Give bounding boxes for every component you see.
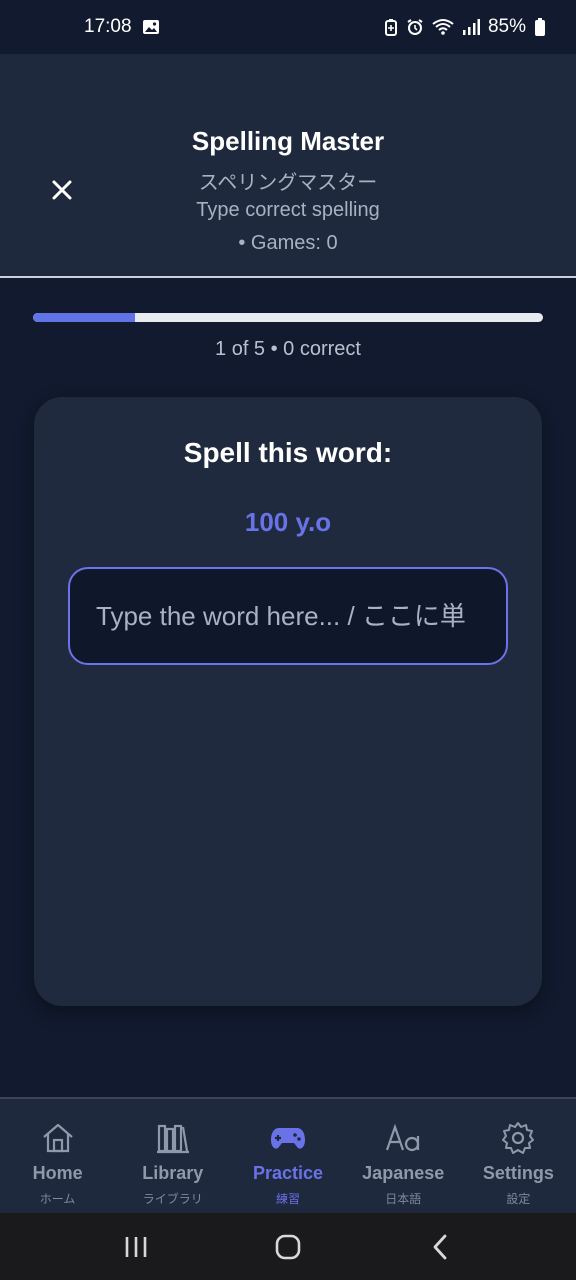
wifi-icon [432,18,454,36]
target-word: 100 y.o [244,507,332,537]
nav-sub-library: ライブラリ [142,1192,203,1206]
home-icon [41,1121,75,1155]
nav-sub-practice: 練習 [276,1192,301,1206]
nav-label-japanese: Japanese [362,1163,445,1183]
nav-label-practice: Practice [252,1163,324,1183]
status-bar: 17:08 85% [0,0,576,54]
battery-saver-icon [384,18,398,36]
gallery-icon [142,19,160,35]
progress-text: 1 of 5 • 0 correct [215,338,361,360]
games-count: • Games: 0 [238,232,338,254]
progress-fill [33,313,135,322]
nav-sub-settings: 設定 [506,1192,531,1206]
bottom-navigation: Home ホーム Library ライブラリ Practice 練習 Japan… [0,1097,576,1213]
nav-item-practice[interactable]: Practice 練習 [230,1099,345,1213]
home-system-button[interactable] [258,1222,318,1272]
library-icon [156,1121,190,1155]
battery-percent: 85% [487,16,526,37]
status-right: 85% [384,16,546,38]
back-chevron-icon [433,1234,447,1259]
game-header: Spelling Master スペリングマスター Type correct s… [0,54,576,278]
system-navigation-bar [0,1213,576,1280]
nav-sub-home: ホーム [39,1192,76,1206]
battery-icon [534,17,546,37]
alarm-icon [406,18,424,36]
recent-apps-button[interactable] [106,1222,166,1272]
nav-item-library[interactable]: Library ライブラリ [115,1099,230,1213]
game-description: Type correct spelling [196,199,380,221]
back-button[interactable] [410,1222,470,1272]
nav-item-settings[interactable]: Settings 設定 [461,1099,576,1213]
question-card: Spell this word: 100 y.o [34,397,542,1006]
nav-label-settings: Settings [482,1163,554,1183]
nav-label-library: Library [142,1163,204,1183]
game-title: Spelling Master [191,126,385,156]
status-left: 17:08 [84,16,160,38]
gear-icon [501,1121,535,1155]
answer-input[interactable] [68,567,508,665]
status-time: 17:08 [84,16,132,37]
recent-apps-icon [125,1236,147,1257]
signal-icon [462,18,480,36]
text-aa-icon [385,1121,421,1155]
progress-bar [33,313,543,322]
gamepad-icon [270,1121,306,1155]
nav-item-home[interactable]: Home ホーム [0,1099,115,1213]
nav-sub-japanese: 日本語 [385,1192,422,1206]
home-circle-icon [275,1234,301,1259]
question-prompt: Spell this word: [183,437,393,468]
nav-label-home: Home [32,1163,83,1183]
game-title-japanese: スペリングマスター [198,172,378,194]
nav-item-japanese[interactable]: Japanese 日本語 [346,1099,461,1213]
